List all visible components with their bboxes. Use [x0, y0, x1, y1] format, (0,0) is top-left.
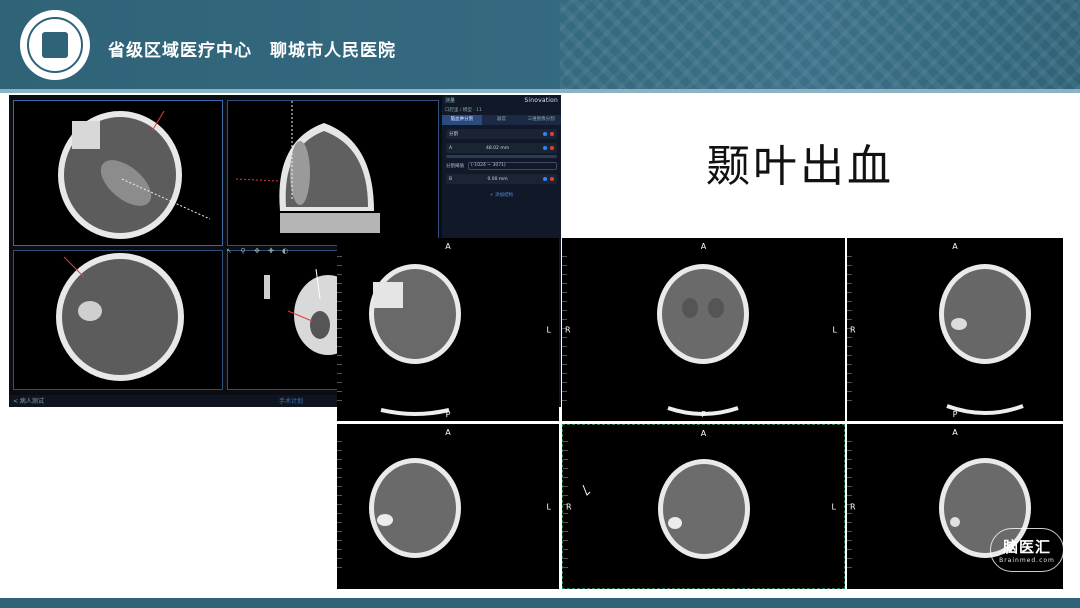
- slide-header: 省级区域医疗中心 聊城市人民医院: [0, 0, 1080, 89]
- watermark-main: 脑医汇: [1002, 538, 1051, 556]
- orientation-left: L: [546, 325, 551, 334]
- axial-ct-image-2: [56, 253, 184, 381]
- delete-icon[interactable]: [550, 132, 554, 136]
- measure-header-row: 分割: [446, 129, 557, 139]
- structure-a-value: 48.02 mm: [486, 145, 510, 151]
- ct-slice-5-image: [582, 459, 750, 559]
- watermark-sub: Brainmed.com: [999, 557, 1055, 564]
- orientation-left: L: [831, 502, 836, 511]
- tab-3d-seg[interactable]: 三维图像分割: [521, 115, 561, 125]
- brand-label: Sinovation: [524, 96, 558, 104]
- threshold-label: 分割阈值: [446, 163, 464, 169]
- structure-row-b[interactable]: B 0.00 mm: [446, 174, 557, 184]
- orientation-left: L: [832, 325, 837, 334]
- header-pattern: [560, 0, 1080, 89]
- status-center-label[interactable]: 手术计划: [279, 396, 303, 405]
- orientation-anterior: A: [700, 429, 707, 438]
- pan-icon[interactable]: ✥: [253, 247, 261, 255]
- measure-header: 分割: [449, 132, 458, 137]
- ct-slice-2: A R L P: [562, 238, 845, 421]
- visibility-icon[interactable]: [543, 146, 547, 150]
- orientation-right: R: [850, 325, 856, 334]
- header-title: 省级区域医疗中心 聊城市人民医院: [108, 41, 396, 61]
- structure-b-value: 0.00 mm: [487, 176, 508, 182]
- tab-hematoma-seg[interactable]: 脑血肿分割: [442, 115, 482, 125]
- pointer-icon[interactable]: ↖: [225, 247, 233, 255]
- delete-icon[interactable]: [550, 146, 554, 150]
- orientation-posterior: P: [445, 410, 451, 419]
- crosshair-icon[interactable]: ✚: [267, 247, 275, 255]
- structure-b-label: B: [449, 176, 453, 182]
- logo-core: [42, 32, 68, 58]
- orientation-anterior: A: [445, 428, 451, 437]
- logo-ring: [27, 17, 83, 73]
- orientation-right: R: [566, 502, 572, 511]
- threshold-select[interactable]: (-1024 ~ 3071): [468, 161, 557, 170]
- contrast-icon[interactable]: ◐: [281, 247, 289, 255]
- orientation-posterior: P: [952, 410, 958, 419]
- ct-slice-1: A L P: [337, 238, 559, 421]
- structure-row-a[interactable]: A 48.02 mm: [446, 143, 557, 153]
- ct-slice-4-image: [369, 458, 461, 558]
- panel-tabs: 脑血肿分割 器官 三维图像分割: [442, 115, 561, 125]
- coronal-ct-image: [235, 101, 380, 233]
- slide-title: 颞叶出血: [706, 141, 894, 192]
- delete-icon[interactable]: [550, 177, 554, 181]
- ct-slice-1-image: [369, 264, 461, 416]
- viewer-toolbar: ↖ ⚲ ✥ ✚ ◐: [225, 245, 325, 257]
- ct-slice-2-image: [657, 264, 749, 416]
- panel-subtitle: 口腔里 / 模型 · 11: [445, 108, 482, 113]
- orientation-left: L: [546, 502, 551, 511]
- viewport-coronal[interactable]: [227, 100, 439, 246]
- orientation-anterior: A: [445, 242, 451, 251]
- viewport-axial-2[interactable]: [13, 250, 223, 390]
- back-to-patient-link[interactable]: < 病人测试: [13, 396, 44, 405]
- threshold-select-row: 分割阈值 (-1024 ~ 3071): [446, 161, 557, 170]
- visibility-icon[interactable]: [543, 177, 547, 181]
- orientation-posterior: P: [701, 410, 706, 419]
- orientation-right: R: [850, 502, 856, 511]
- panel-topbar: 测量 Sinovation: [442, 95, 561, 105]
- slide-footer: [0, 598, 1080, 608]
- ct-slice-4: A L: [337, 424, 559, 589]
- orientation-anterior: A: [952, 428, 958, 437]
- zoom-icon[interactable]: ⚲: [239, 247, 247, 255]
- viewport-axial[interactable]: [13, 100, 223, 246]
- orientation-right: R: [565, 325, 571, 334]
- ct-slice-3: A R P: [847, 238, 1063, 421]
- orientation-anterior: A: [700, 242, 707, 251]
- axial-ct-image: [58, 110, 211, 239]
- visibility-icon[interactable]: [543, 132, 547, 136]
- panel-user: 测量: [445, 97, 456, 104]
- ct-slice-5: A R L: [562, 424, 845, 589]
- orientation-anterior: A: [952, 242, 958, 251]
- opacity-slider[interactable]: [446, 155, 557, 158]
- ct-slice-3-image: [939, 264, 1031, 415]
- hospital-seal-logo: [20, 10, 90, 80]
- add-structure-link[interactable]: + 添加结构: [442, 192, 561, 198]
- header-divider: [0, 89, 1080, 93]
- brainmed-watermark: 脑医汇 Brainmed.com: [990, 528, 1064, 572]
- tab-organ[interactable]: 器官: [482, 115, 522, 125]
- structure-a-label: A: [449, 145, 453, 151]
